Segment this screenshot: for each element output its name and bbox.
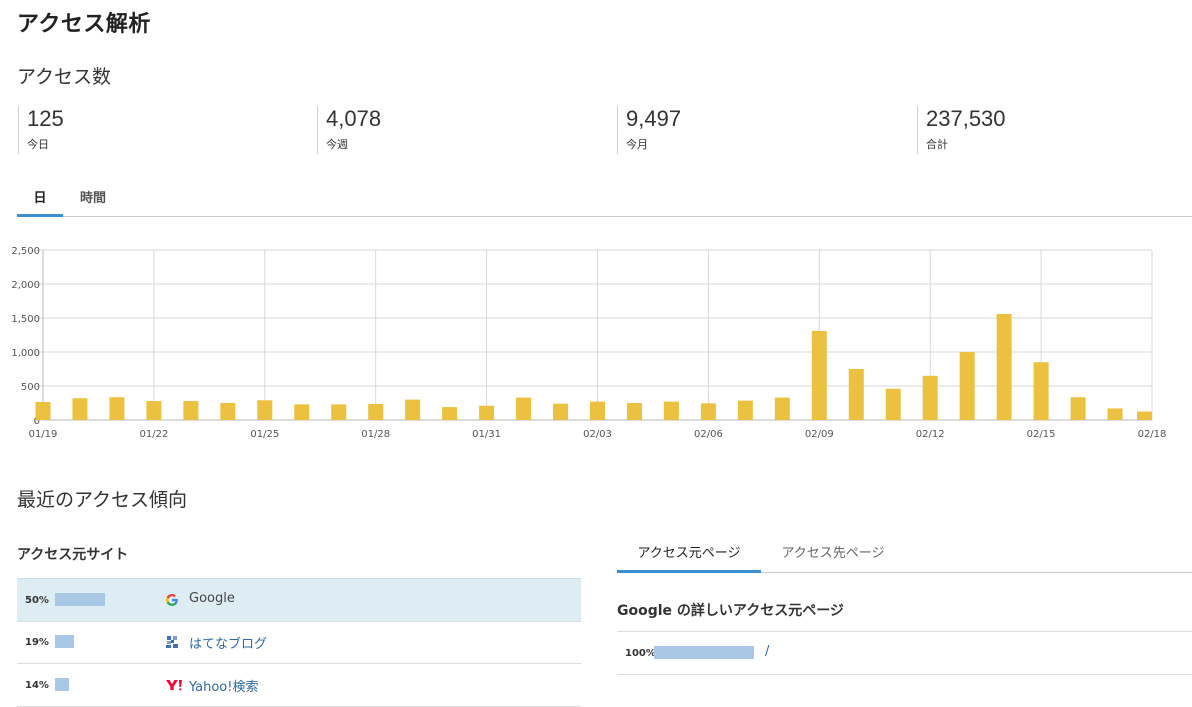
source-pct: 14%: [25, 680, 49, 691]
x-tick-label: 02/18: [1138, 429, 1167, 440]
chart-bar: [885, 388, 901, 420]
tab-referrer-pages[interactable]: アクセス元ページ: [617, 542, 761, 561]
y-tick-label: 2,000: [11, 280, 40, 291]
tab-hour[interactable]: 時間: [70, 187, 116, 206]
chart-bar: [996, 313, 1012, 420]
chart-bar: [442, 407, 458, 420]
chart-bar: [922, 375, 938, 420]
chart-bar: [257, 400, 273, 420]
x-tick-label: 02/09: [805, 429, 834, 440]
stat-total-value: 237,530: [926, 106, 1006, 131]
source-share-bar: [55, 635, 74, 648]
tab-destination-pages[interactable]: アクセス先ページ: [768, 542, 898, 561]
source-name: Google: [189, 591, 235, 606]
x-tick-label: 01/19: [29, 429, 58, 440]
x-tick-label: 02/03: [583, 429, 612, 440]
chart-bar: [368, 404, 384, 420]
stat-week-value: 4,078: [326, 106, 382, 131]
tab-day[interactable]: 日: [17, 187, 63, 206]
source-row-google[interactable]: 50% Google: [17, 578, 581, 622]
stat-week: 4,078 今週: [317, 106, 381, 154]
chart-bar: [959, 352, 975, 420]
chart-bar: [183, 400, 199, 420]
tab-day-underline: [17, 214, 63, 217]
chart-bar: [1033, 362, 1049, 420]
chart-bar: [516, 397, 532, 420]
source-pct: 19%: [25, 637, 49, 648]
stat-today-label: 今日: [27, 138, 49, 151]
source-row-yahoo[interactable]: 14% Yahoo!検索: [17, 664, 581, 707]
trends-title: 最近のアクセス傾向: [17, 489, 188, 511]
stat-month: 9,497 今月: [617, 106, 681, 154]
tab-referrer-underline: [617, 570, 761, 573]
source-name[interactable]: Yahoo!検索: [189, 676, 258, 695]
stat-today: 125 今日: [18, 106, 64, 154]
daily-access-chart: 05001,0001,5002,0002,50001/19 01/22 01/25 0…: [11, 246, 1167, 440]
google-icon: [166, 594, 178, 606]
chart-bar: [1107, 408, 1123, 420]
chart-bar: [553, 403, 569, 420]
source-name[interactable]: はてなブログ: [189, 633, 267, 652]
chart-bar: [331, 404, 347, 420]
source-row-hatena[interactable]: 19% はてなブログ: [17, 621, 581, 664]
x-tick-label: 02/12: [916, 429, 945, 440]
x-tick-label: 01/25: [250, 429, 279, 440]
chart-bar: [109, 397, 125, 420]
source-share-bar: [55, 678, 69, 691]
chart-bar: [1137, 411, 1152, 420]
source-share-bar: [55, 593, 105, 606]
stat-week-label: 今週: [326, 138, 348, 151]
detail-path-link[interactable]: /: [765, 644, 769, 659]
chart-bar: [737, 400, 753, 420]
y-tick-label: 1,500: [11, 314, 40, 325]
page-title: アクセス解析: [17, 12, 151, 37]
hatena-blog-icon: [166, 636, 178, 648]
y-tick-label: 2,500: [11, 246, 40, 257]
y-tick-label: 500: [21, 382, 40, 393]
chart-bar: [811, 330, 827, 420]
x-tick-label: 01/31: [472, 429, 501, 440]
stat-today-value: 125: [27, 106, 64, 131]
stat-total: 237,530 合計: [917, 106, 1006, 154]
detail-pct: 100%: [625, 648, 656, 659]
chart-bar: [405, 399, 421, 420]
tabs-divider: [17, 216, 1192, 217]
chart-bar: [220, 403, 236, 420]
chart-bar: [1070, 397, 1086, 420]
chart-bar: [35, 401, 51, 420]
stat-total-label: 合計: [926, 138, 948, 151]
access-count-title: アクセス数: [17, 66, 112, 88]
detail-row[interactable]: 100% /: [617, 631, 1192, 675]
sources-title: アクセス元サイト: [17, 547, 129, 563]
chart-bar: [72, 398, 88, 420]
detail-share-bar: [654, 646, 754, 659]
x-tick-label: 02/15: [1027, 429, 1056, 440]
chart-bar: [700, 403, 716, 420]
yahoo-icon: [166, 680, 182, 691]
detail-title: Google の詳しいアクセス元ページ: [617, 603, 844, 619]
chart-bar: [663, 401, 679, 420]
x-tick-label: 02/06: [694, 429, 723, 440]
y-tick-label: 1,000: [11, 348, 40, 359]
chart-bar: [590, 401, 605, 420]
stat-month-label: 今月: [626, 138, 648, 151]
stat-month-value: 9,497: [626, 106, 682, 131]
chart-bar: [479, 405, 495, 420]
chart-bar: [626, 403, 642, 420]
chart-bar: [774, 397, 790, 420]
chart-bar: [294, 404, 310, 420]
x-tick-label: 01/28: [361, 429, 390, 440]
x-tick-label: 01/22: [139, 429, 168, 440]
chart-bar: [146, 400, 162, 420]
chart-bar: [848, 369, 864, 420]
source-pct: 50%: [25, 595, 49, 606]
